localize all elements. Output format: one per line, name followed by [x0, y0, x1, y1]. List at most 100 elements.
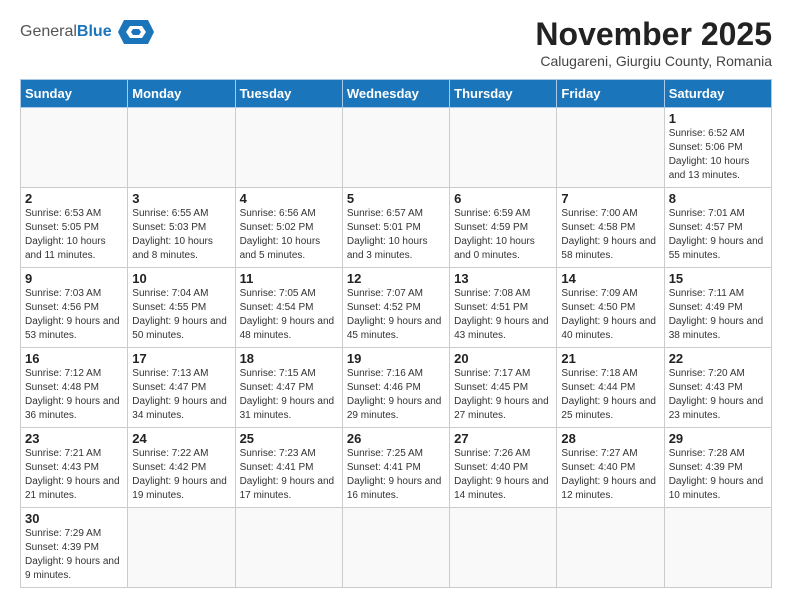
day-info: Sunrise: 7:17 AM Sunset: 4:45 PM Dayligh…: [454, 367, 552, 423]
calendar-cell: 28Sunrise: 7:27 AM Sunset: 4:40 PM Dayli…: [557, 428, 664, 508]
day-number: 8: [669, 191, 767, 206]
calendar-cell: 17Sunrise: 7:13 AM Sunset: 4:47 PM Dayli…: [128, 348, 235, 428]
calendar-cell: 21Sunrise: 7:18 AM Sunset: 4:44 PM Dayli…: [557, 348, 664, 428]
weekday-header-friday: Friday: [557, 80, 664, 108]
calendar-cell: [128, 508, 235, 588]
calendar-cell: 15Sunrise: 7:11 AM Sunset: 4:49 PM Dayli…: [664, 268, 771, 348]
day-number: 30: [25, 511, 123, 526]
calendar-week-5: 23Sunrise: 7:21 AM Sunset: 4:43 PM Dayli…: [21, 428, 772, 508]
day-number: 17: [132, 351, 230, 366]
subtitle: Calugareni, Giurgiu County, Romania: [535, 53, 772, 69]
day-info: Sunrise: 7:05 AM Sunset: 4:54 PM Dayligh…: [240, 287, 338, 343]
day-number: 23: [25, 431, 123, 446]
calendar-cell: [235, 108, 342, 188]
day-info: Sunrise: 7:09 AM Sunset: 4:50 PM Dayligh…: [561, 287, 659, 343]
day-number: 29: [669, 431, 767, 446]
calendar-page: GeneralBlue November 2025 Calugareni, Gi…: [0, 0, 792, 604]
day-info: Sunrise: 6:59 AM Sunset: 4:59 PM Dayligh…: [454, 207, 552, 263]
calendar-cell: 12Sunrise: 7:07 AM Sunset: 4:52 PM Dayli…: [342, 268, 449, 348]
logo: GeneralBlue: [20, 16, 156, 48]
calendar-cell: [128, 108, 235, 188]
logo-text: GeneralBlue: [20, 23, 112, 41]
calendar-cell: [342, 108, 449, 188]
day-info: Sunrise: 7:18 AM Sunset: 4:44 PM Dayligh…: [561, 367, 659, 423]
day-info: Sunrise: 6:53 AM Sunset: 5:05 PM Dayligh…: [25, 207, 123, 263]
day-number: 2: [25, 191, 123, 206]
calendar-cell: [21, 108, 128, 188]
calendar-cell: [450, 508, 557, 588]
calendar-cell: 2Sunrise: 6:53 AM Sunset: 5:05 PM Daylig…: [21, 188, 128, 268]
day-number: 13: [454, 271, 552, 286]
calendar-cell: 25Sunrise: 7:23 AM Sunset: 4:41 PM Dayli…: [235, 428, 342, 508]
weekday-header-monday: Monday: [128, 80, 235, 108]
day-number: 21: [561, 351, 659, 366]
day-info: Sunrise: 7:01 AM Sunset: 4:57 PM Dayligh…: [669, 207, 767, 263]
day-info: Sunrise: 7:29 AM Sunset: 4:39 PM Dayligh…: [25, 527, 123, 583]
day-number: 5: [347, 191, 445, 206]
day-info: Sunrise: 6:55 AM Sunset: 5:03 PM Dayligh…: [132, 207, 230, 263]
day-info: Sunrise: 6:52 AM Sunset: 5:06 PM Dayligh…: [669, 127, 767, 183]
day-info: Sunrise: 7:27 AM Sunset: 4:40 PM Dayligh…: [561, 447, 659, 503]
calendar-cell: 6Sunrise: 6:59 AM Sunset: 4:59 PM Daylig…: [450, 188, 557, 268]
calendar-week-6: 30Sunrise: 7:29 AM Sunset: 4:39 PM Dayli…: [21, 508, 772, 588]
title-block: November 2025 Calugareni, Giurgiu County…: [535, 16, 772, 69]
weekday-header-wednesday: Wednesday: [342, 80, 449, 108]
day-number: 14: [561, 271, 659, 286]
day-info: Sunrise: 7:25 AM Sunset: 4:41 PM Dayligh…: [347, 447, 445, 503]
day-info: Sunrise: 7:03 AM Sunset: 4:56 PM Dayligh…: [25, 287, 123, 343]
calendar-cell: 14Sunrise: 7:09 AM Sunset: 4:50 PM Dayli…: [557, 268, 664, 348]
calendar-cell: [450, 108, 557, 188]
calendar-cell: 19Sunrise: 7:16 AM Sunset: 4:46 PM Dayli…: [342, 348, 449, 428]
calendar-cell: 4Sunrise: 6:56 AM Sunset: 5:02 PM Daylig…: [235, 188, 342, 268]
header: GeneralBlue November 2025 Calugareni, Gi…: [20, 16, 772, 69]
logo-icon: [116, 16, 156, 48]
day-number: 26: [347, 431, 445, 446]
day-number: 6: [454, 191, 552, 206]
calendar-week-1: 1Sunrise: 6:52 AM Sunset: 5:06 PM Daylig…: [21, 108, 772, 188]
calendar-cell: 11Sunrise: 7:05 AM Sunset: 4:54 PM Dayli…: [235, 268, 342, 348]
calendar-week-2: 2Sunrise: 6:53 AM Sunset: 5:05 PM Daylig…: [21, 188, 772, 268]
calendar-cell: [235, 508, 342, 588]
weekday-header-tuesday: Tuesday: [235, 80, 342, 108]
day-number: 11: [240, 271, 338, 286]
day-info: Sunrise: 7:21 AM Sunset: 4:43 PM Dayligh…: [25, 447, 123, 503]
day-number: 20: [454, 351, 552, 366]
day-number: 3: [132, 191, 230, 206]
day-number: 24: [132, 431, 230, 446]
day-number: 7: [561, 191, 659, 206]
day-info: Sunrise: 7:04 AM Sunset: 4:55 PM Dayligh…: [132, 287, 230, 343]
calendar-cell: 3Sunrise: 6:55 AM Sunset: 5:03 PM Daylig…: [128, 188, 235, 268]
calendar-week-4: 16Sunrise: 7:12 AM Sunset: 4:48 PM Dayli…: [21, 348, 772, 428]
weekday-header-sunday: Sunday: [21, 80, 128, 108]
day-number: 12: [347, 271, 445, 286]
calendar-cell: 23Sunrise: 7:21 AM Sunset: 4:43 PM Dayli…: [21, 428, 128, 508]
calendar-cell: 16Sunrise: 7:12 AM Sunset: 4:48 PM Dayli…: [21, 348, 128, 428]
calendar-cell: 29Sunrise: 7:28 AM Sunset: 4:39 PM Dayli…: [664, 428, 771, 508]
calendar-cell: 20Sunrise: 7:17 AM Sunset: 4:45 PM Dayli…: [450, 348, 557, 428]
day-info: Sunrise: 7:28 AM Sunset: 4:39 PM Dayligh…: [669, 447, 767, 503]
weekday-header-thursday: Thursday: [450, 80, 557, 108]
day-info: Sunrise: 7:16 AM Sunset: 4:46 PM Dayligh…: [347, 367, 445, 423]
calendar-cell: 18Sunrise: 7:15 AM Sunset: 4:47 PM Dayli…: [235, 348, 342, 428]
day-number: 9: [25, 271, 123, 286]
calendar-cell: 22Sunrise: 7:20 AM Sunset: 4:43 PM Dayli…: [664, 348, 771, 428]
day-number: 1: [669, 111, 767, 126]
day-info: Sunrise: 7:13 AM Sunset: 4:47 PM Dayligh…: [132, 367, 230, 423]
calendar-cell: [557, 508, 664, 588]
calendar-cell: 7Sunrise: 7:00 AM Sunset: 4:58 PM Daylig…: [557, 188, 664, 268]
day-info: Sunrise: 7:08 AM Sunset: 4:51 PM Dayligh…: [454, 287, 552, 343]
weekday-header-row: SundayMondayTuesdayWednesdayThursdayFrid…: [21, 80, 772, 108]
calendar-table: SundayMondayTuesdayWednesdayThursdayFrid…: [20, 79, 772, 588]
day-info: Sunrise: 7:07 AM Sunset: 4:52 PM Dayligh…: [347, 287, 445, 343]
day-info: Sunrise: 7:11 AM Sunset: 4:49 PM Dayligh…: [669, 287, 767, 343]
calendar-cell: 13Sunrise: 7:08 AM Sunset: 4:51 PM Dayli…: [450, 268, 557, 348]
day-info: Sunrise: 6:56 AM Sunset: 5:02 PM Dayligh…: [240, 207, 338, 263]
calendar-cell: 10Sunrise: 7:04 AM Sunset: 4:55 PM Dayli…: [128, 268, 235, 348]
calendar-cell: 5Sunrise: 6:57 AM Sunset: 5:01 PM Daylig…: [342, 188, 449, 268]
day-info: Sunrise: 7:26 AM Sunset: 4:40 PM Dayligh…: [454, 447, 552, 503]
day-number: 18: [240, 351, 338, 366]
day-number: 28: [561, 431, 659, 446]
calendar-cell: 27Sunrise: 7:26 AM Sunset: 4:40 PM Dayli…: [450, 428, 557, 508]
day-info: Sunrise: 7:20 AM Sunset: 4:43 PM Dayligh…: [669, 367, 767, 423]
day-number: 4: [240, 191, 338, 206]
